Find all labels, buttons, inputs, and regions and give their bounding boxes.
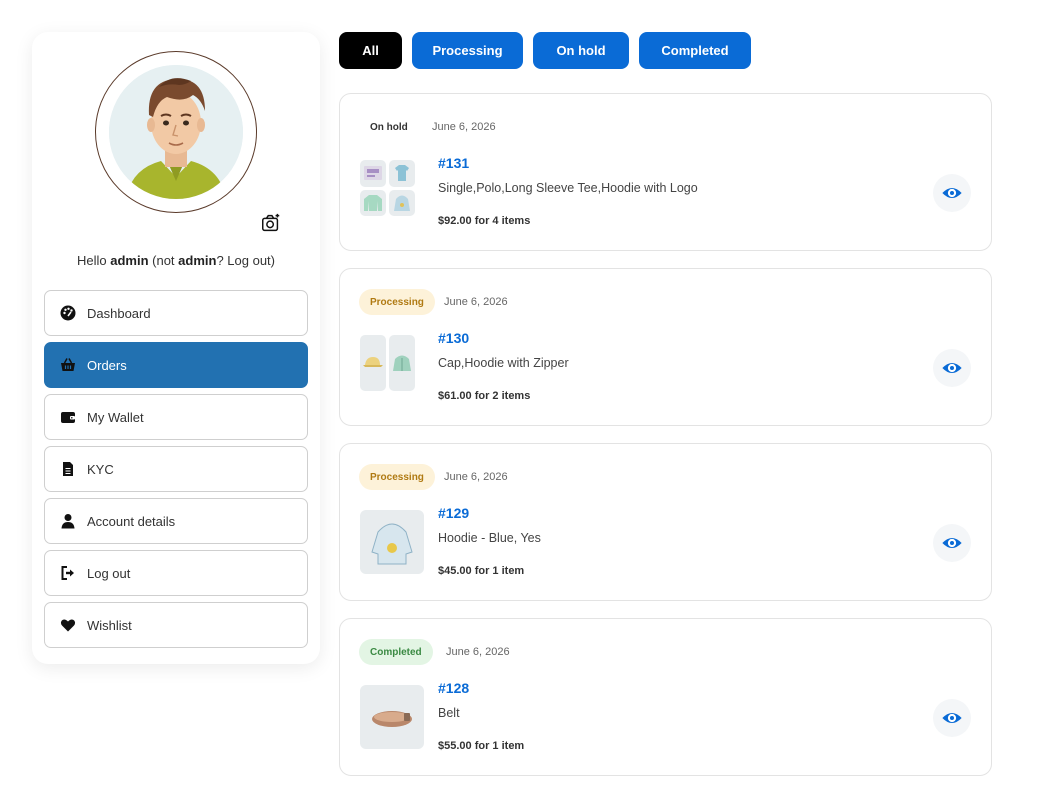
sidebar-item-label: Orders [87, 357, 127, 373]
sidebar-item-label: Account details [87, 513, 176, 529]
view-order-button[interactable] [933, 524, 971, 562]
order-number-link[interactable]: #131 [438, 155, 469, 171]
camera-plus-icon[interactable] [260, 212, 282, 234]
basket-icon [59, 356, 77, 374]
order-number-link[interactable]: #128 [438, 680, 469, 696]
order-number-link[interactable]: #130 [438, 330, 469, 346]
orders-list: On hold June 6, 2026 #131 Single,Polo,Lo… [339, 93, 992, 793]
product-thumbnail [360, 685, 424, 749]
sidebar-item-label: Wishlist [87, 617, 132, 633]
order-date: June 6, 2026 [444, 296, 508, 308]
greeting-username: admin [110, 253, 149, 268]
sidebar-item-log-out[interactable]: Log out [44, 550, 308, 596]
sidebar-item-label: My Wallet [87, 409, 144, 425]
tab-on-hold[interactable]: On hold [533, 32, 629, 69]
product-thumbnail [360, 510, 424, 574]
sidebar-item-wishlist[interactable]: Wishlist [44, 602, 308, 648]
avatar-illustration [109, 65, 243, 199]
product-thumbnail [360, 335, 386, 391]
order-thumbnails [360, 335, 416, 391]
sidebar-item-orders[interactable]: Orders [44, 342, 308, 388]
eye-icon [942, 362, 962, 374]
eye-icon [942, 187, 962, 199]
sidebar-item-kyc[interactable]: KYC [44, 446, 308, 492]
order-card: Processing June 6, 2026 #130 Cap,Hoodie … [339, 268, 992, 426]
order-thumbnails [360, 160, 416, 216]
greeting-mid: (not [148, 253, 179, 268]
tab-all[interactable]: All [339, 32, 402, 69]
sidebar-item-account-details[interactable]: Account details [44, 498, 308, 544]
greeting: Hello admin (not admin? Log out) [32, 253, 320, 268]
order-card: On hold June 6, 2026 #131 Single,Polo,Lo… [339, 93, 992, 251]
order-date: June 6, 2026 [432, 121, 496, 133]
document-icon [59, 460, 77, 478]
order-number-link[interactable]: #129 [438, 505, 469, 521]
sidebar-item-label: KYC [87, 461, 114, 477]
product-thumbnail [389, 160, 415, 187]
eye-icon [942, 537, 962, 549]
order-total: $92.00 for 4 items [438, 215, 531, 227]
sidebar-item-label: Log out [87, 565, 131, 581]
heart-icon [59, 616, 77, 634]
order-date: June 6, 2026 [446, 646, 510, 658]
tab-processing[interactable]: Processing [412, 32, 523, 69]
account-menu: Dashboard Orders My Wallet KYC Account d… [44, 290, 308, 654]
view-order-button[interactable] [933, 699, 971, 737]
order-card: Processing June 6, 2026 #129 Hoodie - Bl… [339, 443, 992, 601]
status-badge: Processing [359, 464, 435, 490]
logout-icon [59, 564, 77, 582]
order-total: $55.00 for 1 item [438, 740, 525, 752]
order-total: $45.00 for 1 item [438, 565, 525, 577]
status-badge: Completed [359, 639, 433, 665]
order-items: Single,Polo,Long Sleeve Tee,Hoodie with … [438, 181, 698, 195]
order-items: Belt [438, 706, 460, 720]
order-status-tabs: All Processing On hold Completed [339, 32, 751, 69]
status-badge: On hold [370, 121, 408, 133]
order-items: Hoodie - Blue, Yes [438, 531, 541, 545]
product-thumbnail [389, 189, 415, 216]
user-icon [59, 512, 77, 530]
dashboard-icon [59, 304, 77, 322]
account-sidebar: Hello admin (not admin? Log out) Dashboa… [32, 32, 320, 664]
order-card: Completed June 6, 2026 #128 Belt $55.00 … [339, 618, 992, 776]
sidebar-item-label: Dashboard [87, 305, 151, 321]
order-thumbnails [360, 510, 424, 574]
sidebar-item-dashboard[interactable]: Dashboard [44, 290, 308, 336]
sidebar-item-my-wallet[interactable]: My Wallet [44, 394, 308, 440]
greeting-logout-link[interactable]: ? Log out) [216, 253, 275, 268]
avatar [95, 51, 257, 213]
wallet-icon [59, 408, 77, 426]
status-badge: Processing [359, 289, 435, 315]
order-total: $61.00 for 2 items [438, 390, 531, 402]
order-thumbnails [360, 685, 424, 749]
eye-icon [942, 712, 962, 724]
product-thumbnail [360, 160, 386, 187]
order-items: Cap,Hoodie with Zipper [438, 356, 569, 370]
greeting-username-2: admin [178, 253, 217, 268]
product-thumbnail [389, 335, 415, 391]
order-date: June 6, 2026 [444, 471, 508, 483]
view-order-button[interactable] [933, 174, 971, 212]
product-thumbnail [360, 189, 386, 216]
view-order-button[interactable] [933, 349, 971, 387]
tab-completed[interactable]: Completed [639, 32, 751, 69]
greeting-prefix: Hello [76, 253, 111, 268]
